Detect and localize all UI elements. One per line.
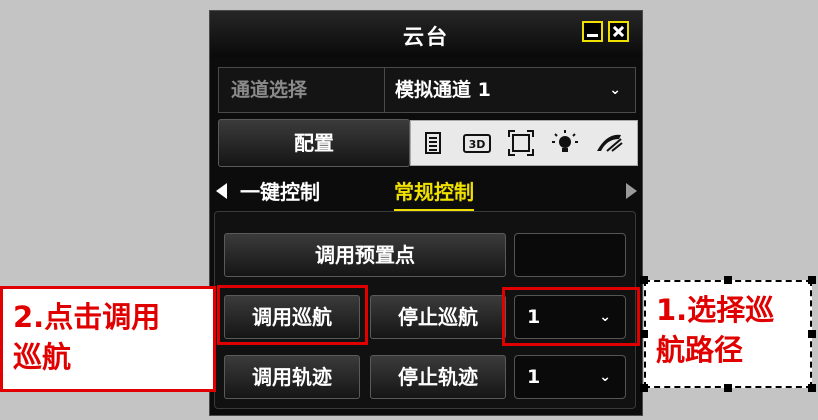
window-title: 云台	[403, 25, 449, 49]
resize-handle	[724, 384, 732, 392]
focus-frame-icon[interactable]	[505, 127, 537, 159]
channel-select-row: 通道选择 模拟通道 1 ⌄	[218, 67, 636, 113]
call-track-button[interactable]: 调用轨迹	[224, 355, 360, 399]
preset-number-input[interactable]	[514, 233, 626, 277]
highlight-cruise-path	[502, 287, 640, 346]
chevron-down-icon: ⌄	[599, 369, 611, 385]
minimize-button[interactable]	[582, 21, 603, 42]
wiper-icon[interactable]	[593, 127, 625, 159]
annotation-step-2-line1: 2.点击调用	[13, 300, 161, 334]
resize-handle	[724, 276, 732, 284]
config-button[interactable]: 配置	[218, 119, 410, 167]
list-icon[interactable]	[417, 127, 449, 159]
highlight-call-cruise	[217, 285, 368, 345]
tab-regular-control[interactable]: 常规控制	[394, 176, 474, 212]
track-path-dropdown[interactable]: 1 ⌄	[514, 355, 626, 399]
tab-right-arrow-icon[interactable]	[626, 183, 637, 199]
channel-dropdown[interactable]: 模拟通道 1 ⌄	[385, 68, 635, 112]
annotation-step-2-line2: 巡航	[13, 340, 72, 374]
annotation-step-1: 1.选择巡 航路径	[644, 280, 812, 388]
resize-handle	[640, 276, 648, 284]
track-path-value: 1	[527, 366, 541, 388]
call-preset-button[interactable]: 调用预置点	[224, 233, 506, 277]
resize-handle	[808, 276, 816, 284]
light-icon[interactable]	[549, 127, 581, 159]
resize-handle	[640, 384, 648, 392]
stop-track-button[interactable]: 停止轨迹	[370, 355, 506, 399]
annotation-step-1-line1: 1.选择巡	[656, 293, 775, 327]
chevron-down-icon: ⌄	[609, 82, 621, 98]
3d-icon[interactable]: 3D	[461, 127, 493, 159]
title-bar: 云台	[210, 11, 642, 57]
close-button[interactable]	[608, 21, 629, 42]
annotation-step-2: 2.点击调用 巡航	[0, 286, 216, 392]
stop-cruise-button[interactable]: 停止巡航	[370, 295, 506, 339]
ptz-panel: 云台 通道选择 模拟通道 1 ⌄ 配置 3D 一键控制 常规控制 调用预置点 调…	[209, 10, 643, 416]
resize-handle	[808, 330, 816, 338]
annotation-step-1-line2: 航路径	[656, 333, 744, 367]
resize-handle	[808, 384, 816, 392]
resize-handle	[640, 330, 648, 338]
tab-one-key-control[interactable]: 一键控制	[240, 176, 320, 205]
svg-text:3D: 3D	[469, 138, 486, 151]
ptz-toolbar: 3D	[410, 120, 638, 166]
channel-select-label: 通道选择	[219, 68, 385, 112]
tab-left-arrow-icon[interactable]	[216, 183, 227, 199]
channel-dropdown-value: 模拟通道 1	[395, 79, 491, 101]
